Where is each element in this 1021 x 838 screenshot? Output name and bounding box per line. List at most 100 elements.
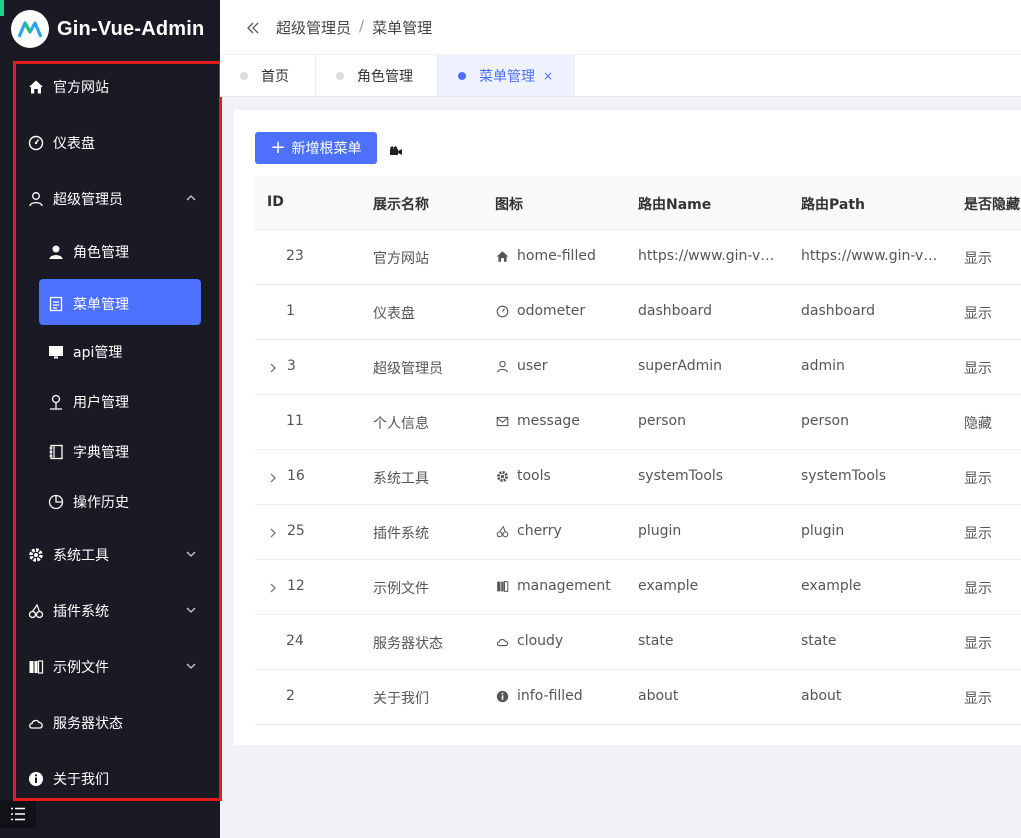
expand-arrow-icon[interactable] bbox=[268, 524, 278, 538]
info-filled-icon bbox=[495, 689, 509, 703]
tab-role-management[interactable]: 角色管理 bbox=[316, 55, 438, 96]
table-row[interactable]: 23 官方网站 home-filled https://www.gin-vue-adm… bbox=[255, 230, 1021, 285]
close-icon[interactable]: × bbox=[543, 69, 553, 83]
cell-icon: cloudy bbox=[495, 633, 625, 649]
odometer-icon bbox=[495, 304, 509, 318]
breadcrumb-item[interactable]: 超级管理员 bbox=[276, 17, 351, 38]
tab-status-dot bbox=[458, 71, 466, 80]
cell-icon: home-filled bbox=[495, 248, 625, 264]
column-header-icon: 图标 bbox=[495, 197, 523, 213]
table-row[interactable]: 24 服务器状态 cloudy state state 显示 bbox=[255, 615, 1021, 670]
cell-hidden: 显示 bbox=[964, 251, 992, 267]
cell-display-name: 示例文件 bbox=[373, 581, 429, 597]
cell-display-name: 服务器状态 bbox=[373, 636, 443, 652]
cell-route-path: plugin bbox=[801, 523, 845, 539]
table-row[interactable]: 1 仪表盘 odometer dashboard dashboard 显示 bbox=[255, 285, 1021, 340]
double-chevron-left-icon[interactable] bbox=[246, 20, 260, 34]
cell-route-name: plugin bbox=[638, 523, 682, 539]
add-root-menu-label: 新增根菜单 bbox=[291, 141, 362, 157]
expand-arrow-icon[interactable] bbox=[268, 469, 278, 483]
cell-route-name: systemTools bbox=[638, 468, 724, 484]
message-icon bbox=[495, 414, 509, 428]
column-header-id: ID bbox=[267, 194, 284, 210]
cell-route-path: person bbox=[801, 413, 849, 429]
cell-icon: cherry bbox=[495, 523, 625, 539]
cell-display-name: 插件系统 bbox=[373, 526, 429, 542]
column-header-hidden: 是否隐藏 bbox=[964, 197, 1020, 213]
table-row[interactable]: 25 插件系统 cherry plugin plugin 显示 bbox=[255, 505, 1021, 560]
table-row[interactable]: 2 关于我们 info-filled about about 显示 bbox=[255, 670, 1021, 725]
table-row[interactable]: 16 系统工具 tools systemTools systemTools 显示 bbox=[255, 450, 1021, 505]
cell-id: 23 bbox=[286, 248, 304, 264]
cell-id: 24 bbox=[286, 633, 304, 649]
collapse-sidebar-button[interactable] bbox=[0, 800, 36, 828]
cell-display-name: 仪表盘 bbox=[373, 306, 415, 322]
cell-hidden: 显示 bbox=[964, 526, 992, 542]
table-row[interactable]: 3 超级管理员 user superAdmin admin 显示 bbox=[255, 340, 1021, 395]
breadcrumb-item-current: 菜单管理 bbox=[372, 18, 433, 37]
cell-id: 16 bbox=[287, 468, 305, 484]
top-header: 超级管理员 / 菜单管理 bbox=[220, 0, 1021, 54]
tab-label: 首页 bbox=[261, 68, 289, 85]
cell-id: 25 bbox=[287, 523, 305, 539]
cell-hidden: 显示 bbox=[964, 361, 992, 377]
cell-icon-name: info-filled bbox=[517, 688, 583, 704]
table-row[interactable]: 11 个人信息 message person person 隐藏 bbox=[255, 395, 1021, 450]
tools-icon bbox=[495, 469, 509, 483]
cell-icon-name: odometer bbox=[517, 303, 586, 319]
cell-route-path: about bbox=[801, 688, 842, 704]
cell-icon: odometer bbox=[495, 303, 625, 319]
logo-icon bbox=[11, 10, 49, 48]
user-icon bbox=[495, 359, 509, 373]
fold-icon bbox=[11, 807, 25, 821]
tab-status-dot bbox=[336, 71, 344, 80]
cell-icon: message bbox=[495, 413, 625, 429]
cell-route-path: state bbox=[801, 633, 837, 649]
cell-icon-name: user bbox=[517, 358, 548, 374]
cherry-icon bbox=[495, 524, 509, 538]
cell-id: 2 bbox=[286, 688, 295, 704]
breadcrumb-separator: / bbox=[359, 16, 365, 35]
cell-route-path: systemTools bbox=[801, 468, 887, 484]
expand-arrow-icon[interactable] bbox=[268, 579, 278, 593]
column-header-route-name: 路由Name bbox=[638, 197, 712, 213]
tab-home[interactable]: 首页 bbox=[220, 55, 316, 96]
column-header-route-path: 路由Path bbox=[801, 197, 865, 213]
cell-icon-name: management bbox=[517, 578, 611, 594]
cell-route-path: dashboard bbox=[801, 303, 876, 319]
management-icon bbox=[495, 579, 509, 593]
cell-route-name: example bbox=[638, 578, 699, 594]
app-logo[interactable]: Gin-Vue-Admin bbox=[0, 0, 220, 58]
add-root-menu-button[interactable]: + 新增根菜单 bbox=[255, 132, 377, 164]
cell-icon-name: message bbox=[517, 413, 580, 429]
cell-hidden: 显示 bbox=[964, 636, 992, 652]
cell-display-name: 官方网站 bbox=[373, 251, 429, 267]
column-header-display-name: 展示名称 bbox=[373, 197, 429, 213]
cell-display-name: 个人信息 bbox=[373, 416, 429, 432]
cell-icon: info-filled bbox=[495, 688, 625, 704]
table-header: ID 展示名称 图标 路由Name 路由Path 是否隐藏 bbox=[255, 176, 1021, 230]
tab-bar: 首页 角色管理 菜单管理 × bbox=[220, 55, 1021, 97]
cell-display-name: 系统工具 bbox=[373, 471, 429, 487]
cell-id: 3 bbox=[287, 358, 296, 374]
cell-id: 1 bbox=[286, 303, 295, 319]
cell-route-name: https://www.gin-vue-admin.com bbox=[638, 248, 778, 264]
app-title: Gin-Vue-Admin bbox=[57, 17, 205, 40]
cell-display-name: 关于我们 bbox=[373, 691, 429, 707]
cell-icon: tools bbox=[495, 468, 625, 484]
cloudy-icon bbox=[495, 634, 509, 648]
expand-arrow-icon[interactable] bbox=[268, 359, 278, 373]
tab-label: 角色管理 bbox=[357, 68, 413, 85]
cell-route-name: state bbox=[638, 633, 674, 649]
cell-route-name: dashboard bbox=[638, 303, 713, 319]
cell-display-name: 超级管理员 bbox=[373, 361, 443, 377]
video-camera-icon[interactable] bbox=[389, 142, 403, 155]
tab-menu-management[interactable]: 菜单管理 × bbox=[438, 55, 575, 96]
cell-icon: user bbox=[495, 358, 625, 374]
cell-id: 12 bbox=[287, 578, 305, 594]
sidebar-highlight-box bbox=[13, 61, 222, 801]
cell-route-name: about bbox=[638, 688, 679, 704]
cell-hidden: 显示 bbox=[964, 581, 992, 597]
table-row[interactable]: 12 示例文件 management example example 显示 bbox=[255, 560, 1021, 615]
tab-label: 菜单管理 bbox=[479, 68, 535, 85]
